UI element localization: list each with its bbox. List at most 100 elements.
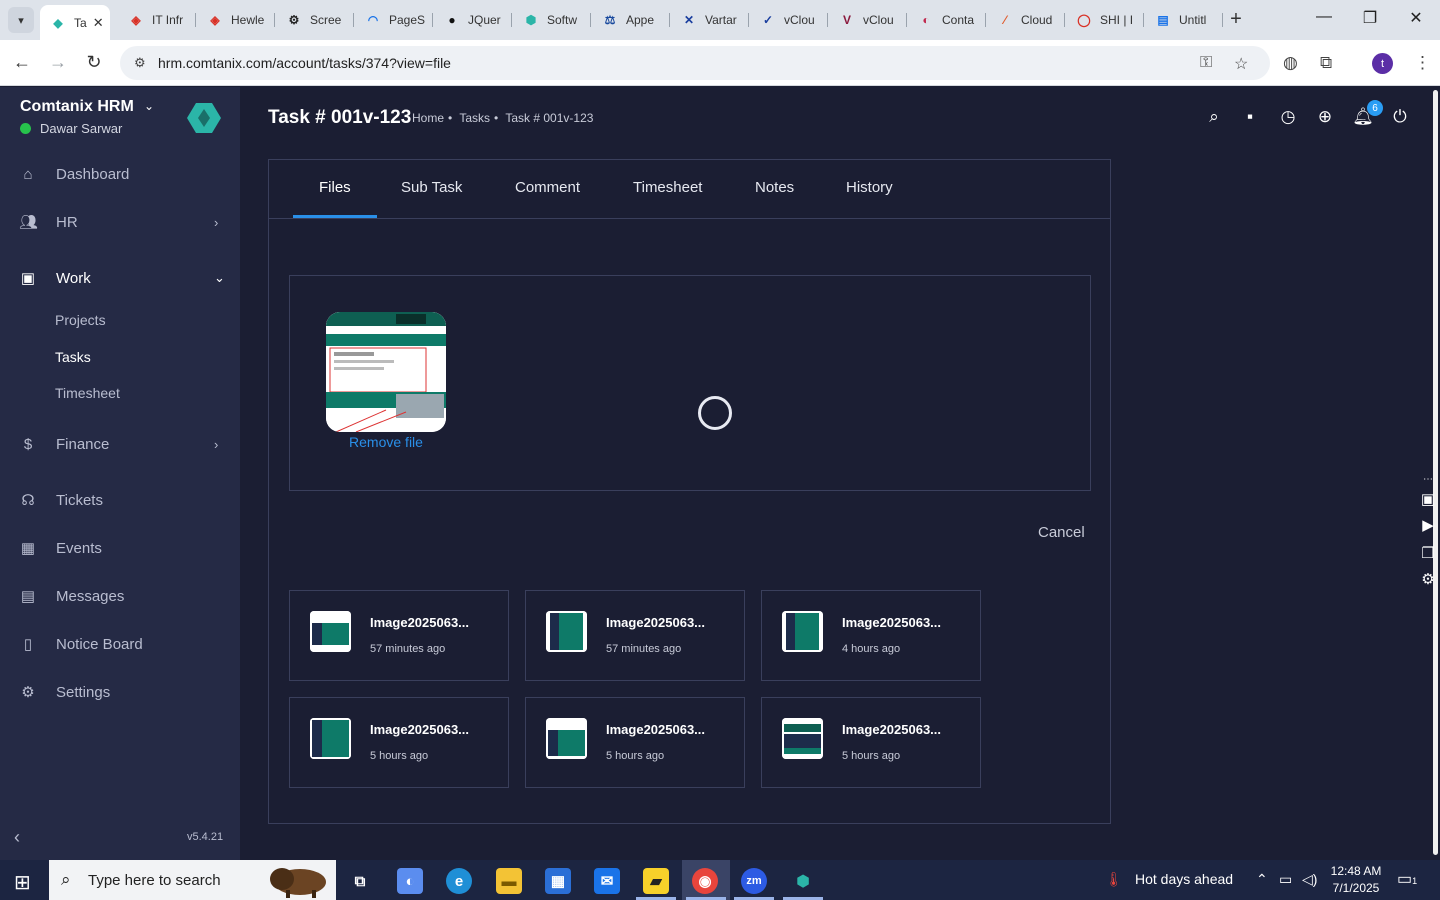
sidebar-item-tickets[interactable]: ☊ Tickets (0, 482, 240, 518)
sticky-note-icon[interactable]: ▪ (1239, 107, 1261, 127)
browser-tab[interactable]: ◈ Hewle (197, 5, 275, 35)
scale-icon: ⚖ (604, 13, 616, 27)
home-icon: ⌂ (23, 165, 33, 183)
sidebar-item-work[interactable]: ▣ Work ⌄ (0, 260, 240, 296)
more-icon[interactable]: ⋯ (1418, 474, 1438, 485)
mail-icon[interactable]: ✉ (594, 868, 620, 894)
browser-tab[interactable]: ● JQuer (434, 5, 512, 35)
network-icon[interactable]: ▭ (1279, 871, 1292, 888)
restore-icon[interactable]: ❐ (1347, 8, 1393, 28)
browser-tab[interactable]: ◠ PageS (355, 5, 433, 35)
zoom-icon[interactable]: zm (741, 868, 767, 894)
copilot-icon[interactable]: ◐ (397, 868, 423, 894)
scrollbar-thumb[interactable] (1433, 90, 1438, 855)
breadcrumb-home[interactable]: Home (412, 111, 444, 125)
taskbar-search[interactable]: ⌕ Type here to search (49, 860, 336, 900)
settings-icon: ⚙ (21, 684, 35, 701)
chrome-icon[interactable]: ◉ (692, 868, 718, 894)
browser-tab[interactable]: ◈ IT Infr (118, 5, 196, 35)
app-logo-icon (187, 103, 221, 133)
volume-icon[interactable]: ◁) (1302, 871, 1317, 888)
profile-avatar[interactable]: t (1372, 53, 1393, 74)
reload-icon[interactable]: ↻ (82, 52, 106, 73)
bookmark-star-icon[interactable]: ☆ (1234, 54, 1248, 74)
new-tab-button[interactable]: + (1226, 8, 1246, 30)
brand-name[interactable]: Comtanix HRM (20, 98, 134, 116)
file-card[interactable]: Image2025063... 57 minutes ago (289, 590, 509, 681)
task-view-icon[interactable]: ⧉ (347, 868, 373, 894)
browser-tab-active[interactable]: ◆ Ta ✕ (40, 5, 110, 40)
browser-tab[interactable]: ✓ vClou (750, 5, 828, 35)
file-card[interactable]: Image2025063... 4 hours ago (761, 590, 981, 681)
sidebar-item-notice-board[interactable]: ▯ Notice Board (0, 626, 240, 662)
translate-icon[interactable]: ◍ (1283, 53, 1298, 73)
file-card[interactable]: Image2025063... 5 hours ago (761, 697, 981, 788)
address-bar[interactable]: ⚙ hrm.comtanix.com/account/tasks/374?vie… (120, 46, 1270, 80)
window-icon[interactable]: ❐ (1418, 544, 1438, 562)
password-key-icon[interactable]: ⚿ (1200, 54, 1212, 72)
tab-comment[interactable]: Comment (515, 179, 580, 196)
tab-sub-task[interactable]: Sub Task (401, 179, 462, 196)
sidebar-item-finance[interactable]: $ Finance › (0, 426, 240, 462)
close-window-icon[interactable]: ✕ (1393, 8, 1439, 28)
browser-tab[interactable]: ⚙ Scree (276, 5, 354, 35)
file-card[interactable]: Image2025063... 5 hours ago (525, 697, 745, 788)
browser-tab[interactable]: ✕ Vartar (671, 5, 749, 35)
tab-files[interactable]: Files (319, 179, 351, 196)
back-icon[interactable]: ← (10, 52, 34, 73)
browser-tab[interactable]: ◯ SHI | I (1066, 5, 1144, 35)
extensions-icon[interactable]: ⧉ (1320, 53, 1332, 73)
sidebar-item-hr[interactable]: 👥︎ HR › (0, 204, 240, 240)
more-menu-icon[interactable]: ⋮ (1414, 53, 1431, 73)
browser-tab[interactable]: ⚖ Appe (592, 5, 670, 35)
tab-history[interactable]: History (846, 179, 893, 196)
add-circle-icon[interactable]: ⊕ (1314, 107, 1336, 127)
sidebar-subitem-timesheet[interactable]: Timesheet (55, 385, 120, 401)
file-explorer-icon[interactable]: ▬ (496, 868, 522, 894)
browser-tab[interactable]: VvClou (829, 5, 907, 35)
search-icon: ⌕ (61, 870, 71, 889)
browser-tab[interactable]: ◐ Conta (908, 5, 986, 35)
hrm-app-icon[interactable]: ⬢ (790, 868, 816, 894)
upload-preview-thumbnail (326, 312, 446, 432)
cancel-button[interactable]: Cancel (1038, 524, 1085, 541)
camera-icon[interactable]: ▣ (1418, 490, 1438, 508)
forward-icon[interactable]: → (46, 52, 70, 73)
site-info-icon[interactable]: ⚙ (134, 55, 146, 71)
weather-text[interactable]: Hot days ahead (1135, 871, 1233, 887)
power-icon[interactable]: ⏻ (1389, 107, 1411, 127)
close-tab-icon[interactable]: ✕ (93, 15, 104, 31)
browser-tab[interactable]: ⁄ Cloud (987, 5, 1065, 35)
store-icon[interactable]: ▦ (545, 868, 571, 894)
video-icon[interactable]: ▶ (1418, 516, 1438, 534)
clock-icon[interactable]: ◷ (1277, 107, 1299, 127)
sticky-notes-icon[interactable]: ▰ (643, 868, 669, 894)
collapse-sidebar-icon[interactable]: ‹ (14, 827, 20, 848)
browser-tab[interactable]: ▤ Untitl (1145, 5, 1223, 35)
file-card[interactable]: Image2025063... 57 minutes ago (525, 590, 745, 681)
tab-notes[interactable]: Notes (755, 179, 794, 196)
file-card[interactable]: Image2025063... 5 hours ago (289, 697, 509, 788)
tab-timesheet[interactable]: Timesheet (633, 179, 702, 196)
chevron-up-icon[interactable]: ⌃ (1256, 871, 1268, 888)
sidebar-item-events[interactable]: ▦ Events (0, 530, 240, 566)
sidebar-item-messages[interactable]: ▤ Messages (0, 578, 240, 614)
sidebar-item-settings[interactable]: ⚙ Settings (0, 674, 240, 710)
breadcrumb-current: Task # 001v-123 (505, 111, 594, 125)
search-icon[interactable]: ⌕ (1203, 107, 1225, 127)
windows-start-icon[interactable]: ⊞ (14, 870, 31, 895)
remove-file-link[interactable]: Remove file (326, 434, 446, 450)
chevron-down-icon[interactable]: ⌄ (144, 99, 154, 113)
tab-search-button[interactable]: ▾ (8, 7, 34, 33)
edge-icon[interactable]: e (446, 868, 472, 894)
system-clock[interactable]: 12:48 AM 7/1/2025 (1330, 863, 1382, 897)
browser-tab[interactable]: ⬢ Softw (513, 5, 591, 35)
gear-icon[interactable]: ⚙ (1418, 570, 1438, 588)
sidebar-subitem-projects[interactable]: Projects (55, 312, 106, 328)
notification-center-icon[interactable]: ▭1 (1397, 869, 1417, 889)
sidebar-subitem-tasks[interactable]: Tasks (55, 349, 91, 365)
breadcrumb-tasks[interactable]: Tasks (459, 111, 490, 125)
minimize-icon[interactable]: — (1301, 8, 1347, 26)
file-dropzone[interactable]: Remove file (289, 275, 1091, 491)
sidebar-item-dashboard[interactable]: ⌂ Dashboard (0, 156, 240, 192)
